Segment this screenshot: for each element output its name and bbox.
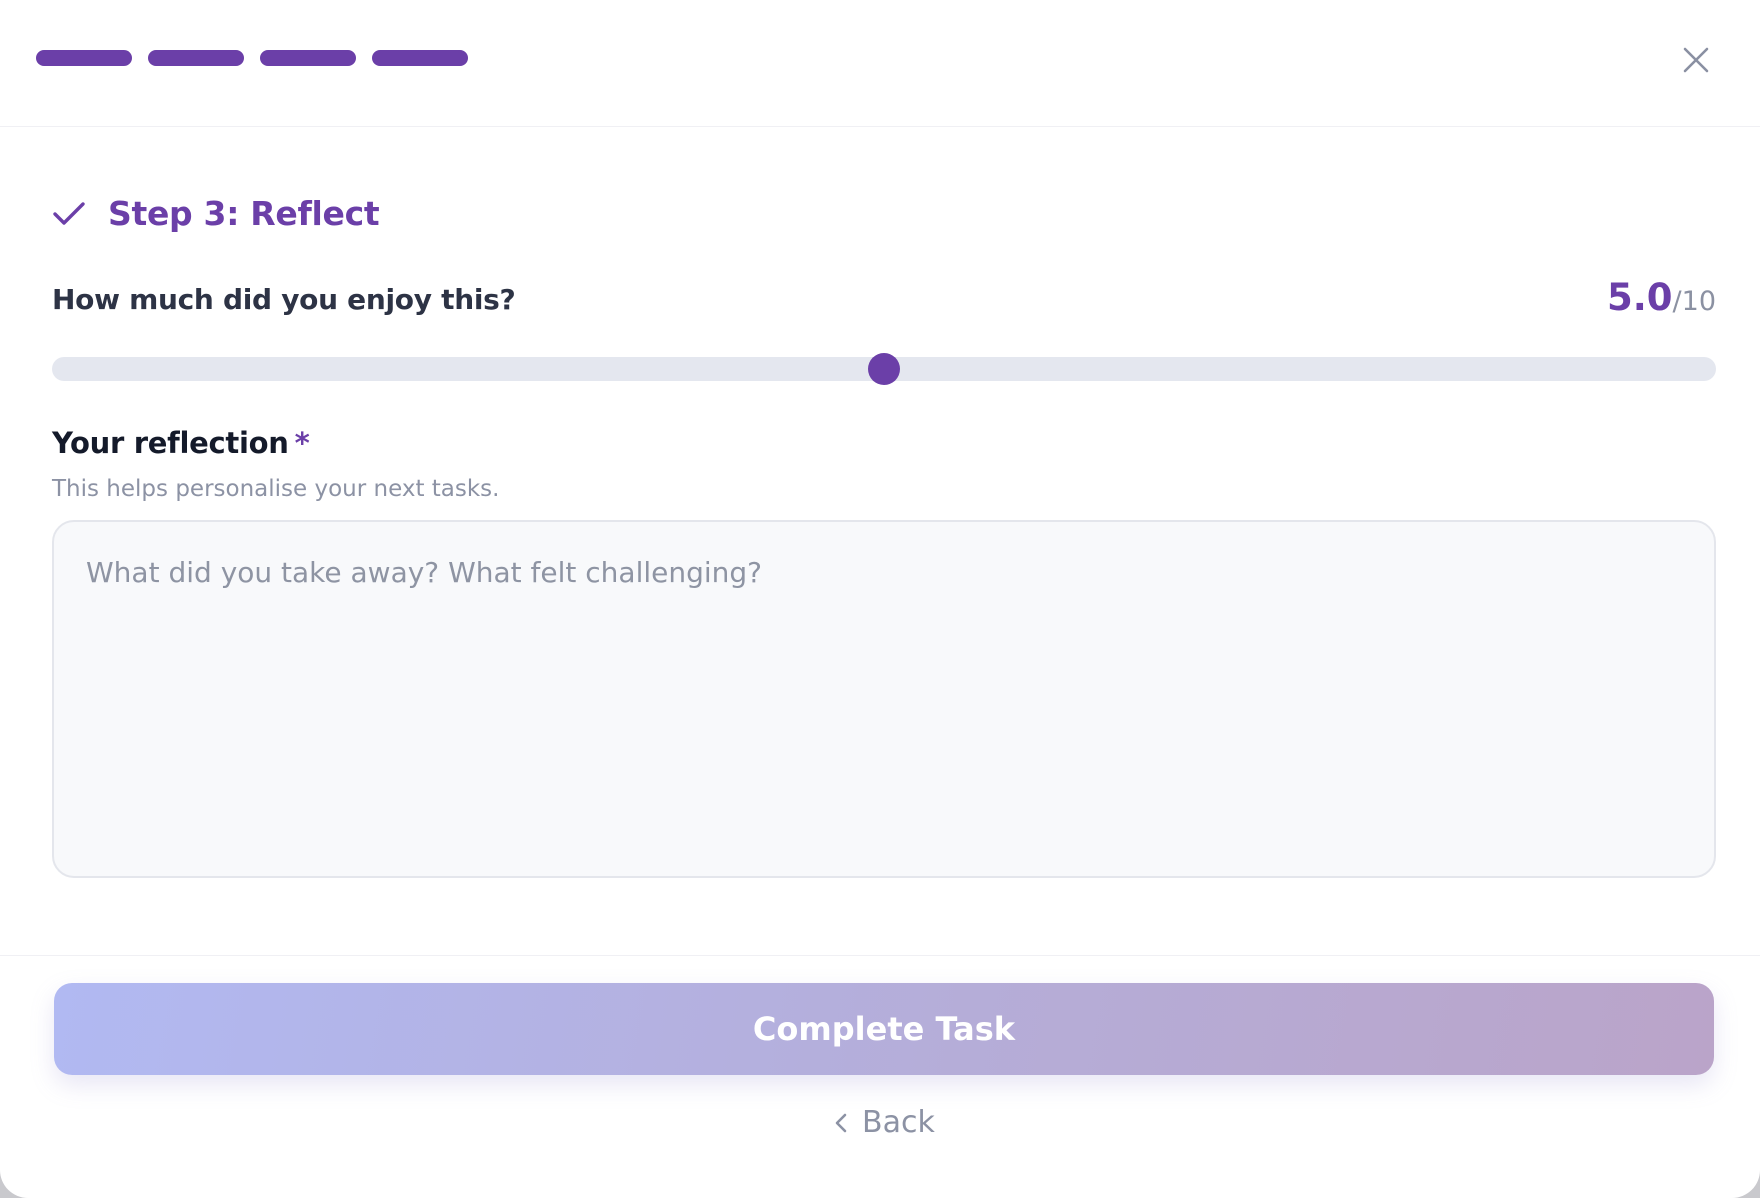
progress-segment-4 <box>372 50 468 66</box>
required-mark: * <box>294 426 310 460</box>
step-progress-bar <box>36 50 468 66</box>
progress-segment-3 <box>260 50 356 66</box>
complete-task-button[interactable]: Complete Task <box>54 983 1714 1075</box>
reflection-hint: This helps personalise your next tasks. <box>52 476 500 502</box>
check-icon <box>53 201 85 225</box>
footer-divider <box>0 955 1760 956</box>
back-button[interactable]: Back <box>834 1105 935 1140</box>
reflection-textarea[interactable] <box>52 520 1716 878</box>
enjoyment-score: 5.0 /10 <box>1607 276 1716 319</box>
modal-header <box>0 0 1760 127</box>
enjoyment-label: How much did you enjoy this? <box>52 283 516 316</box>
reflection-label-text: Your reflection <box>52 426 289 460</box>
enjoyment-score-value: 5.0 <box>1607 276 1673 319</box>
progress-segment-2 <box>148 50 244 66</box>
close-button[interactable] <box>1674 38 1718 82</box>
reflection-label: Your reflection * <box>52 426 310 460</box>
enjoyment-slider[interactable] <box>52 353 1716 385</box>
step-heading: Step 3: Reflect <box>52 194 380 233</box>
enjoyment-score-max: /10 <box>1672 286 1716 317</box>
progress-segment-1 <box>36 50 132 66</box>
step-title: Step 3: Reflect <box>108 194 380 233</box>
chevron-left-icon <box>835 1113 847 1132</box>
slider-thumb[interactable] <box>868 353 900 385</box>
close-icon <box>1683 47 1709 73</box>
reflect-modal: Step 3: Reflect How much did you enjoy t… <box>0 0 1760 1198</box>
back-label: Back <box>862 1105 935 1140</box>
